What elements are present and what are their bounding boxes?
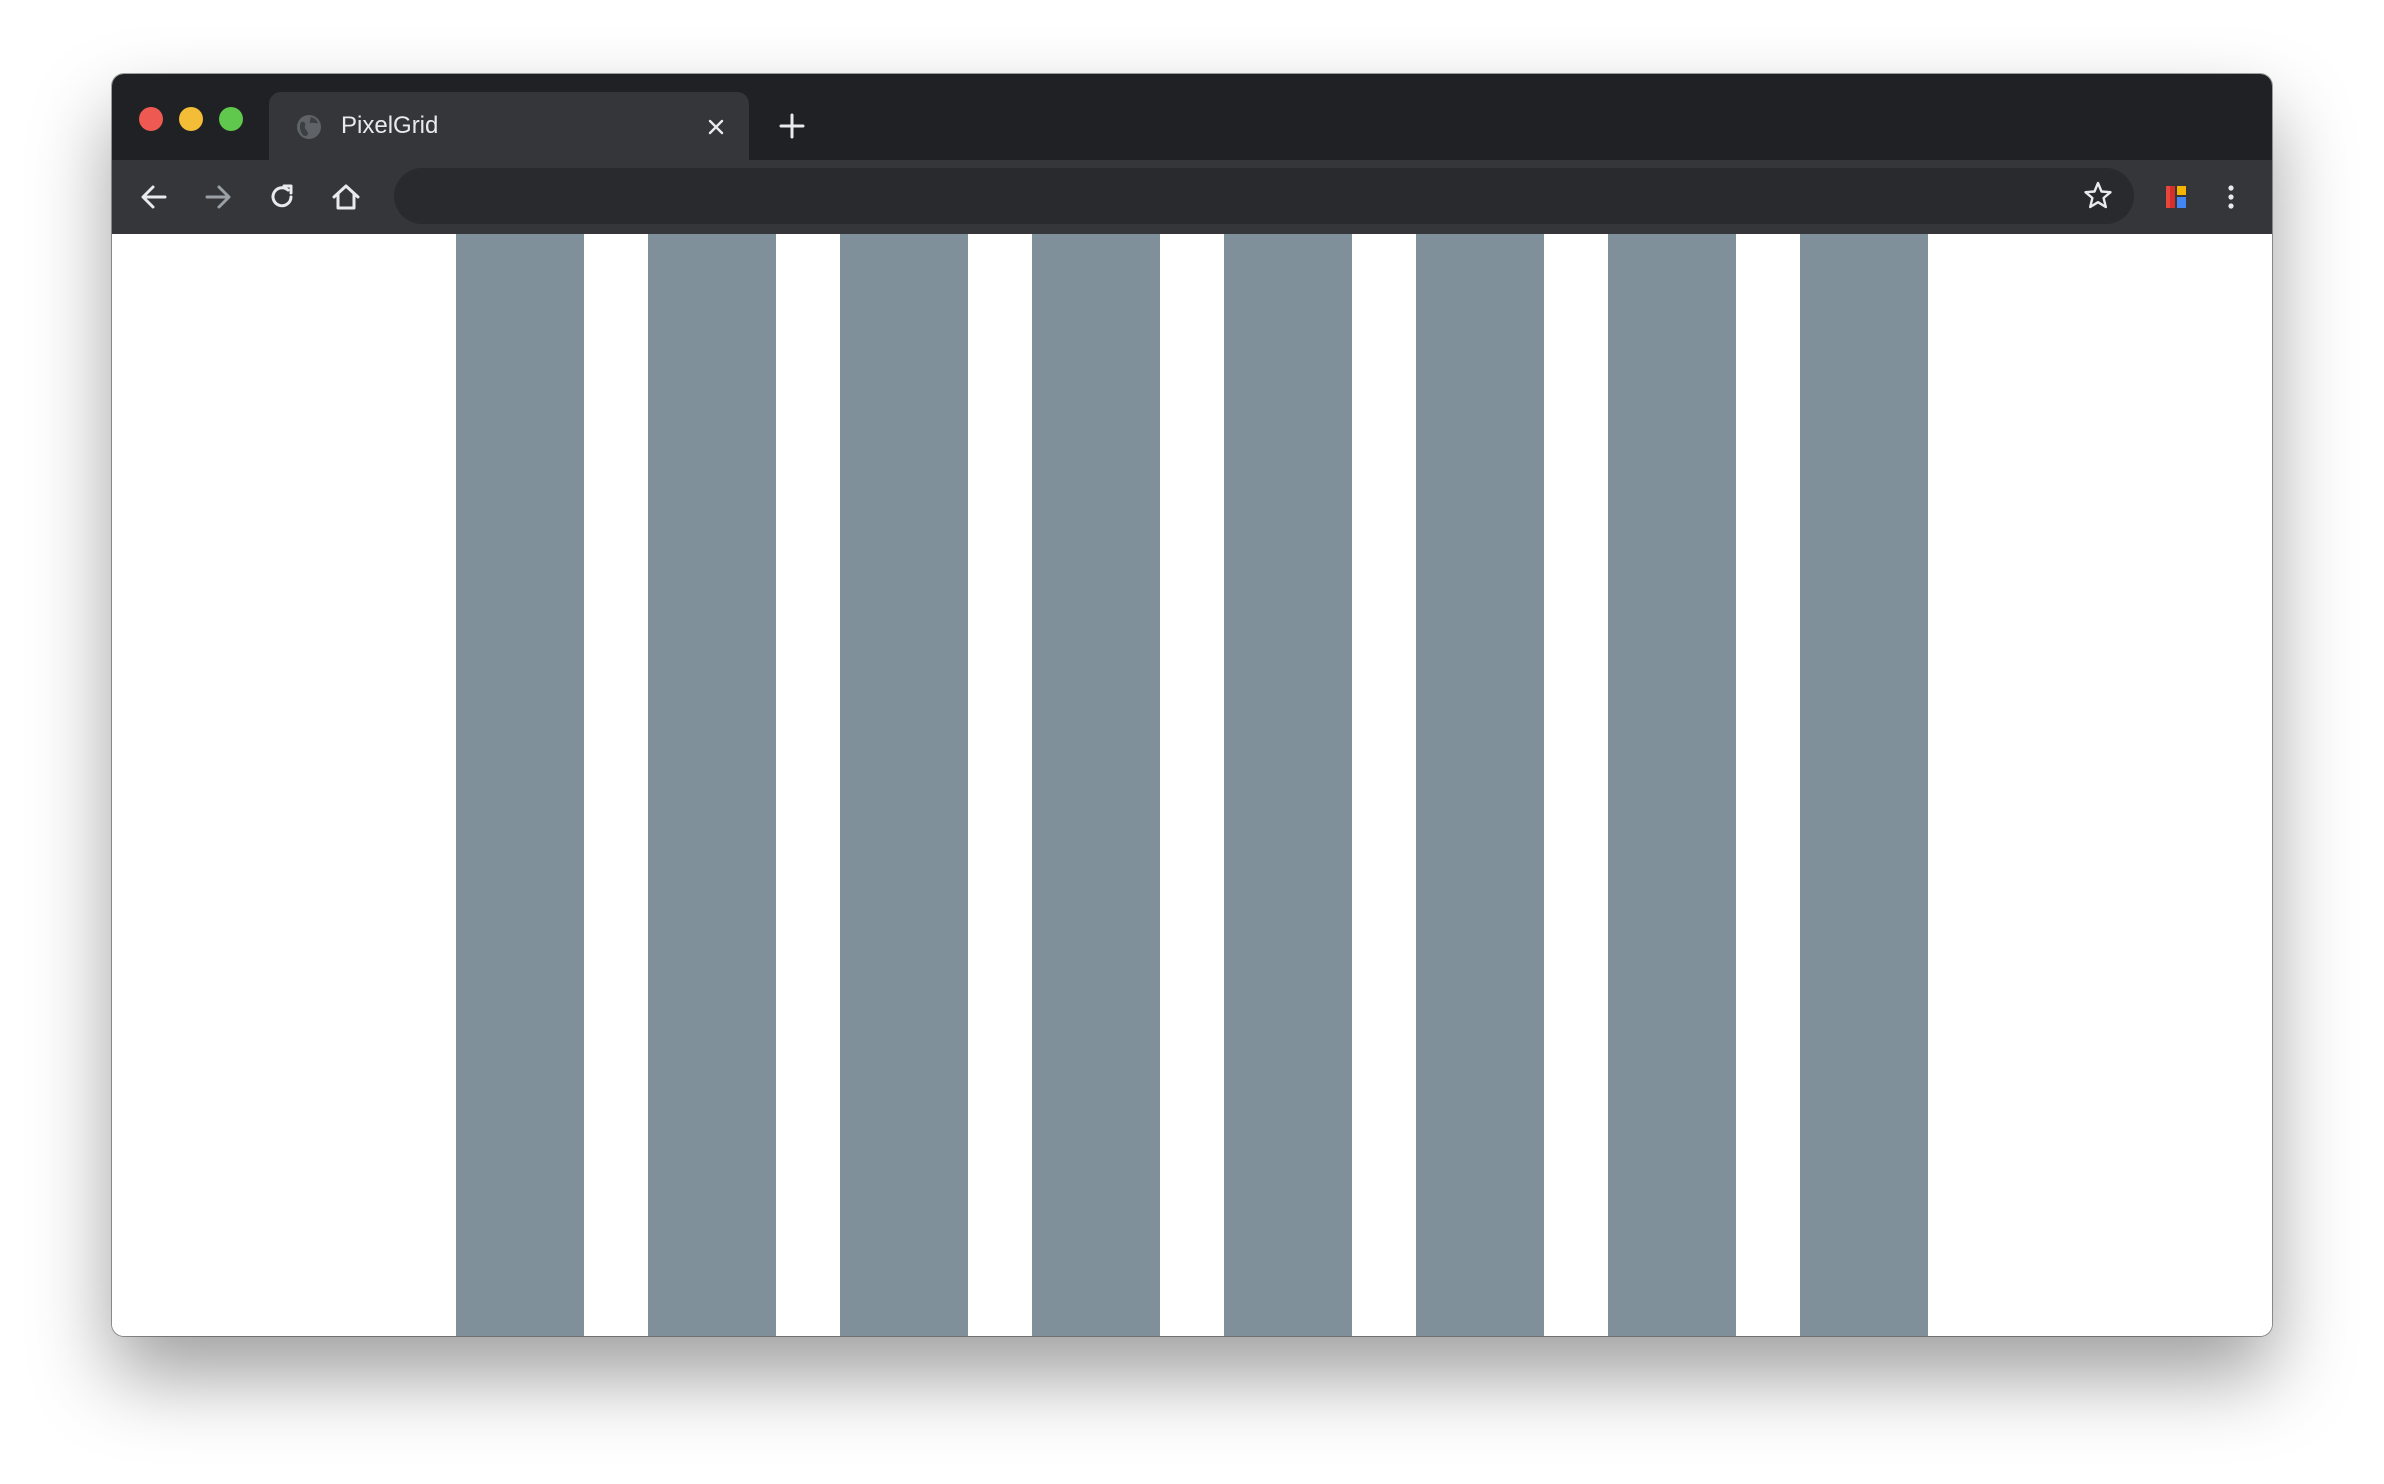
grid-column	[456, 234, 584, 1336]
bookmark-star-icon[interactable]	[2080, 178, 2116, 214]
home-icon[interactable]	[327, 178, 365, 216]
page-content	[112, 234, 2272, 1336]
grid-column	[648, 234, 776, 1336]
address-input[interactable]	[418, 168, 2042, 226]
tab-pixelgrid[interactable]: PixelGrid	[269, 92, 749, 160]
close-window-button[interactable]	[139, 107, 163, 131]
grid-column	[1416, 234, 1544, 1336]
new-tab-icon[interactable]	[774, 108, 810, 144]
grid-column	[840, 234, 968, 1336]
minimize-window-button[interactable]	[179, 107, 203, 131]
back-arrow-icon[interactable]	[135, 178, 173, 216]
tab-title: PixelGrid	[341, 112, 439, 139]
extension-icon[interactable]	[2158, 178, 2196, 216]
browser-window: PixelGrid	[112, 74, 2272, 1336]
title-bar: PixelGrid	[112, 74, 2272, 160]
grid-column	[1608, 234, 1736, 1336]
grid-column	[1032, 234, 1160, 1336]
globe-icon	[297, 115, 321, 139]
maximize-window-button[interactable]	[219, 107, 243, 131]
browser-toolbar	[112, 160, 2272, 234]
grid-column	[1800, 234, 1928, 1336]
kebab-menu-icon[interactable]	[2212, 178, 2250, 216]
address-bar[interactable]	[394, 168, 2134, 226]
reload-icon[interactable]	[263, 178, 301, 216]
close-tab-icon[interactable]	[701, 112, 731, 142]
grid-column	[1224, 234, 1352, 1336]
forward-arrow-icon[interactable]	[199, 178, 237, 216]
